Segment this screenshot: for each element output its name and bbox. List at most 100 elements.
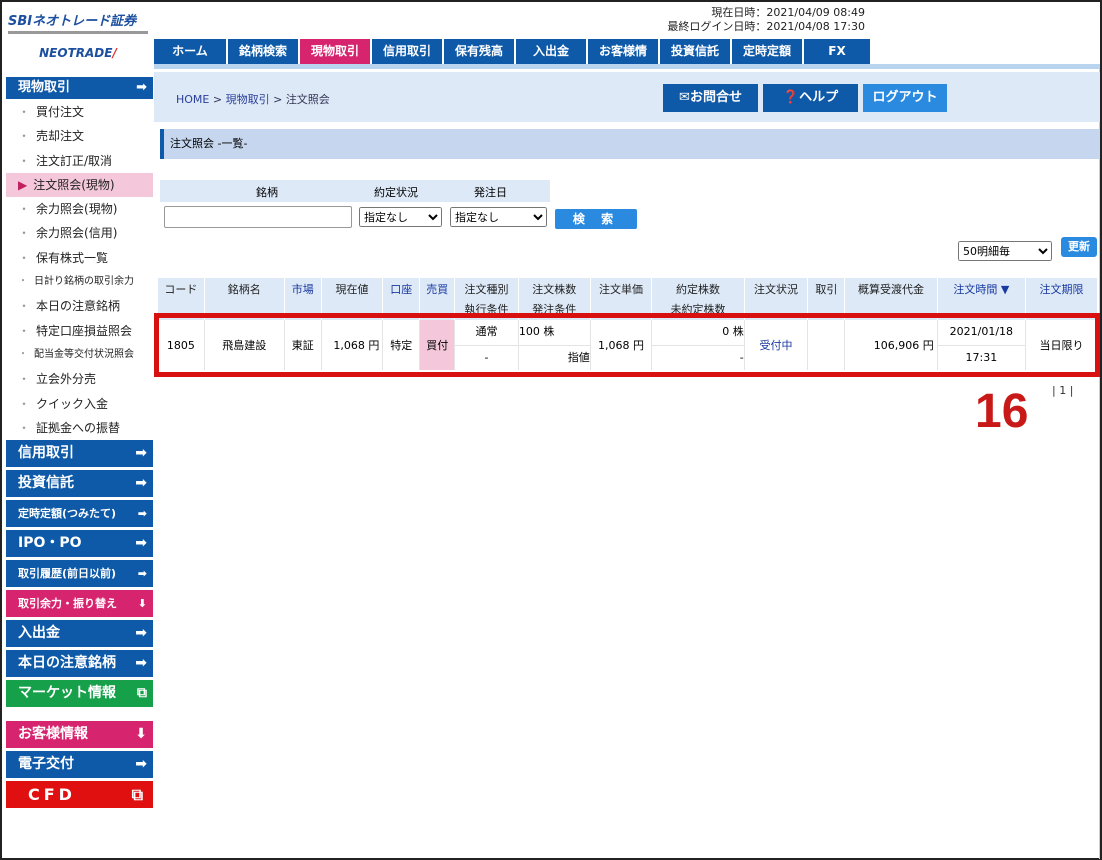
header-line1: 口座 xyxy=(390,283,413,296)
neotrade-logo-text: NEOTRADE xyxy=(39,46,113,60)
nav-tab-3[interactable]: 信用取引 xyxy=(372,39,442,64)
nav-tab-7[interactable]: 投資信託 xyxy=(660,39,730,64)
sidebar-item-12[interactable]: ・クイック入金 xyxy=(6,392,153,416)
arrow-right-icon: ➡ xyxy=(135,756,147,773)
sidebar-item-0[interactable]: ・買付注文 xyxy=(6,100,153,124)
sidebar-item-4[interactable]: ・余力照会(現物) xyxy=(6,197,153,221)
sidebar-head-label: 現物取引 xyxy=(18,80,71,95)
header-line1: 取引 xyxy=(815,283,838,296)
header-line1: 注文株数 xyxy=(532,283,577,296)
sidebar: 現物取引 ➡ ・買付注文・売却注文・注文訂正/取消 ▶ 注文照会(現物) ・余力照会(現… xyxy=(6,77,153,811)
help-icon: ❓ xyxy=(782,90,800,105)
sidebar-item-label: 注文訂正/取消 xyxy=(36,153,113,168)
sidebar-item-8[interactable]: ・本日の注意銘柄 xyxy=(6,294,153,318)
stock-search-input[interactable] xyxy=(164,206,352,228)
help-button[interactable]: ❓ヘルプ xyxy=(763,84,858,112)
sidebar-button-label: お客様情報 xyxy=(18,726,88,743)
bullet-icon: ・ xyxy=(18,250,31,265)
arrow-right-icon: ➡ xyxy=(135,535,147,552)
arrow-down-icon: ⬇ xyxy=(135,726,147,743)
breadcrumb: HOME > 現物取引 > 注文照会 xyxy=(176,91,330,107)
sidebar-item-label: 日計り銘柄の取引余力 xyxy=(34,276,134,288)
sbi-logo: SBIネオトレード証券 xyxy=(8,10,148,34)
sidebar-item-2[interactable]: ・注文訂正/取消 xyxy=(6,149,153,173)
sidebar-button-3[interactable]: IPO・PO ➡ xyxy=(6,530,153,558)
external-window-icon: ⧉ xyxy=(137,685,147,702)
sidebar-item-13[interactable]: ・証拠金への振替 xyxy=(6,416,153,440)
sidebar-item-1[interactable]: ・売却注文 xyxy=(6,124,153,148)
sidebar-button-label: 電子交付 xyxy=(18,756,74,773)
sidebar-item-label: 配当金等交付状況照会 xyxy=(34,348,134,360)
sidebar-item-7[interactable]: ・日計り銘柄の取引余力 xyxy=(6,270,153,294)
logout-button[interactable]: ログアウト xyxy=(863,84,947,112)
sidebar-item-5[interactable]: ・余力照会(信用) xyxy=(6,221,153,245)
date-select[interactable]: 指定なし xyxy=(450,207,547,227)
sidebar-item-label: 保有株式一覧 xyxy=(36,250,109,265)
sidebar-button-11[interactable]: CFD ⧉ xyxy=(6,781,153,809)
sidebar-item-10[interactable]: ・配当金等交付状況照会 xyxy=(6,343,153,367)
contact-button[interactable]: ✉お問合せ xyxy=(663,84,758,112)
status-select[interactable]: 指定なし xyxy=(359,207,442,227)
pagination[interactable]: | 1 | xyxy=(1052,384,1073,397)
nav-tab-5[interactable]: 入出金 xyxy=(516,39,586,64)
arrow-right-icon: ➡ xyxy=(137,567,147,581)
nav-tab-2[interactable]: 現物取引 xyxy=(300,39,370,64)
nav-tab-9[interactable]: FX xyxy=(804,39,870,64)
per-page-select[interactable]: 50明細毎 xyxy=(958,241,1052,261)
header-line1: 銘柄名 xyxy=(227,283,261,296)
sidebar-button-label: マーケット情報 xyxy=(18,685,116,702)
bullet-icon: ・ xyxy=(18,372,31,387)
sidebar-button-0[interactable]: 信用取引 ➡ xyxy=(6,440,153,468)
current-time: 現在日時：2021/04/09 08:49 xyxy=(711,6,865,19)
sidebar-item-11[interactable]: ・立会外分売 xyxy=(6,367,153,391)
sidebar-item-9[interactable]: ・特定口座損益照会 xyxy=(6,319,153,343)
breadcrumb-sep: > xyxy=(269,93,286,106)
breadcrumb-genbutsu[interactable]: 現物取引 xyxy=(226,93,270,106)
external-window-icon: ⧉ xyxy=(131,785,147,805)
sidebar-button-label: 投資信託 xyxy=(18,475,74,492)
breadcrumb-home[interactable]: HOME xyxy=(176,93,209,106)
sidebar-button-2[interactable]: 定時定額(つみたて) ➡ xyxy=(6,500,153,528)
main-nav: ホーム銘柄検索現物取引信用取引保有残高入出金お客様情報投資信託定時定額FX xyxy=(154,39,872,83)
sidebar-item-label: 証拠金への振替 xyxy=(36,420,121,435)
bullet-icon: ・ xyxy=(18,129,31,144)
nav-tab-4[interactable]: 保有残高 xyxy=(444,39,514,64)
neotrade-logo: NEOTRADE/ xyxy=(39,46,117,60)
sidebar-item-label: クイック入金 xyxy=(36,396,109,411)
header-line1: 注文状況 xyxy=(754,283,799,296)
arrow-right-icon: ➡ xyxy=(135,625,147,642)
sidebar-item-label: 立会外分売 xyxy=(36,372,97,387)
arrow-right-icon: ➡ xyxy=(135,445,147,462)
sidebar-item-label: 買付注文 xyxy=(36,105,85,119)
sidebar-item-6[interactable]: ・保有株式一覧 xyxy=(6,246,153,270)
sidebar-button-10[interactable]: 電子交付 ➡ xyxy=(6,751,153,779)
sidebar-button-5[interactable]: 取引余力・振り替え ⬇ xyxy=(6,590,153,618)
sidebar-button-9[interactable]: お客様情報 ⬇ xyxy=(6,721,153,749)
nav-tab-8[interactable]: 定時定額 xyxy=(732,39,802,64)
sidebar-button-label: 取引余力・振り替え xyxy=(18,597,117,611)
header-line1: 注文種別 xyxy=(464,283,509,296)
search-button[interactable]: 検 索 xyxy=(555,209,637,229)
sidebar-item-label: 売却注文 xyxy=(36,129,85,144)
sidebar-button-label: 本日の注意銘柄 xyxy=(18,655,116,672)
help-label: ヘルプ xyxy=(799,90,839,105)
sidebar-head-genbutsu[interactable]: 現物取引 ➡ xyxy=(6,77,153,99)
breadcrumb-current: 注文照会 xyxy=(285,93,330,106)
header-line1: コード xyxy=(164,283,198,296)
refresh-button[interactable]: 更新 xyxy=(1061,237,1097,257)
arrow-right-icon: ➡ xyxy=(135,475,147,492)
nav-tab-6[interactable]: お客様情報 xyxy=(588,39,658,83)
nav-tab-1[interactable]: 銘柄検索 xyxy=(228,39,298,64)
section-title: 注文照会 -一覧- xyxy=(160,129,1100,159)
status-label: 約定状況 xyxy=(374,186,418,199)
sidebar-button-1[interactable]: 投資信託 ➡ xyxy=(6,470,153,498)
sidebar-item-3[interactable]: ▶ 注文照会(現物) xyxy=(6,172,153,198)
nav-tab-0[interactable]: ホーム xyxy=(154,39,226,64)
sidebar-button-6[interactable]: 入出金 ➡ xyxy=(6,620,153,648)
sidebar-button-8[interactable]: マーケット情報 ⧉ xyxy=(6,680,153,708)
header-line1: 現在値 xyxy=(335,283,369,296)
header-line1: 注文期限 xyxy=(1039,283,1084,296)
sidebar-button-4[interactable]: 取引履歴(前日以前) ➡ xyxy=(6,560,153,588)
sidebar-button-7[interactable]: 本日の注意銘柄 ➡ xyxy=(6,650,153,678)
arrow-down-icon: ⬇ xyxy=(137,597,147,611)
